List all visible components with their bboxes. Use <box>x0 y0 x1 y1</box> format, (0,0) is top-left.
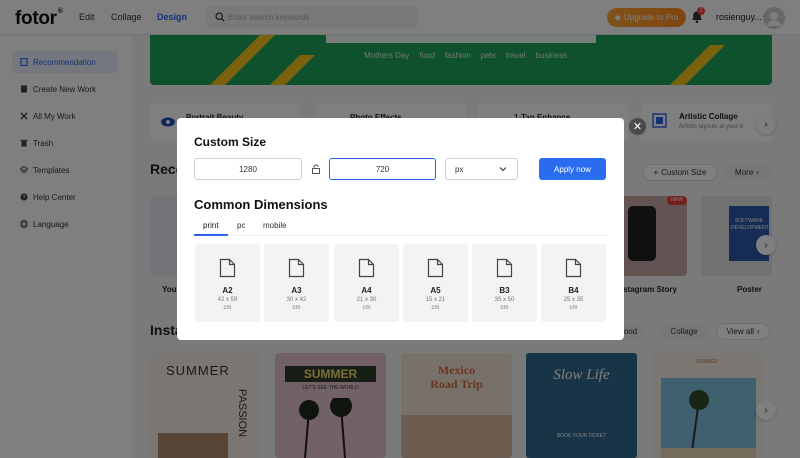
dimension-unit: cm <box>500 305 509 311</box>
height-input[interactable]: 720 <box>329 158 436 180</box>
dimension-unit: cm <box>569 305 578 311</box>
active-tab-indicator <box>194 234 228 236</box>
document-icon <box>358 258 375 278</box>
custom-size-title: Custom Size <box>194 135 267 149</box>
unit-select[interactable]: px <box>445 158 518 180</box>
apply-now-button[interactable]: Apply now <box>539 158 606 180</box>
dimension-size: 21 x 30 <box>356 297 377 303</box>
dimension-name: A2 <box>222 286 233 295</box>
dimension-unit: cm <box>362 305 371 311</box>
dimension-card-b4[interactable]: B4 25 x 35 cm <box>541 244 606 322</box>
dimension-card-b3[interactable]: B3 35 x 50 cm <box>472 244 537 322</box>
dimension-name: A3 <box>291 286 302 295</box>
common-dimensions-title: Common Dimensions <box>194 197 328 212</box>
dimension-card-a5[interactable]: A5 15 x 21 cm <box>403 244 468 322</box>
dimension-card-a4[interactable]: A4 21 x 30 cm <box>334 244 399 322</box>
dimension-size: 30 x 42 <box>286 297 307 303</box>
document-icon <box>427 258 444 278</box>
dimension-unit: cm <box>223 305 232 311</box>
dimension-name: A5 <box>430 286 441 295</box>
dimension-size: 25 x 35 <box>563 297 584 303</box>
document-icon <box>219 258 236 278</box>
chevron-down-icon <box>499 167 507 172</box>
dimension-name: B3 <box>499 286 510 295</box>
width-input[interactable]: 1280 <box>194 158 302 180</box>
dimension-card-a3[interactable]: A3 30 x 42 cm <box>264 244 329 322</box>
document-icon <box>288 258 305 278</box>
tab-pc[interactable]: pc <box>237 221 245 230</box>
dimension-name: A4 <box>361 286 372 295</box>
dimension-size: 35 x 50 <box>494 297 515 303</box>
dimension-name: B4 <box>568 286 579 295</box>
custom-size-dialog: Custom Size 1280 720 px Apply now Common… <box>177 118 624 340</box>
lock-icon[interactable] <box>311 164 321 174</box>
tab-divider <box>194 235 606 236</box>
dimension-unit: cm <box>431 305 440 311</box>
close-icon: ✕ <box>632 121 643 133</box>
dimension-unit: cm <box>292 305 301 311</box>
unit-value: px <box>455 164 464 174</box>
dimension-size: 42 x 59 <box>217 297 238 303</box>
tab-mobile[interactable]: mobile <box>263 221 287 230</box>
document-icon <box>565 258 582 278</box>
dimension-size: 15 x 21 <box>425 297 446 303</box>
document-icon <box>496 258 513 278</box>
dimension-card-a2[interactable]: A2 42 x 59 cm <box>195 244 260 322</box>
close-dialog-button[interactable]: ✕ <box>628 117 647 136</box>
tab-print[interactable]: print <box>203 221 219 230</box>
